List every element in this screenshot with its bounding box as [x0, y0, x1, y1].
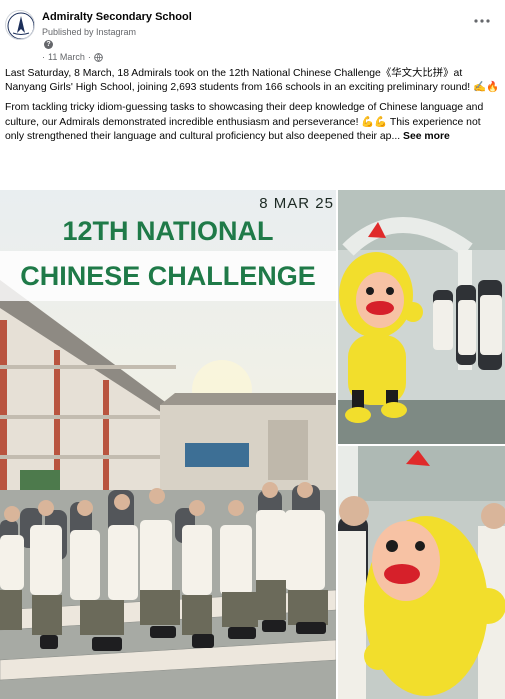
crest-icon [7, 12, 34, 39]
meta-separator: · [42, 52, 45, 62]
photo-grid: 8 MAR 25 12TH NATIONAL CHINESE CHALLENGE [0, 190, 505, 699]
mascot-photo-1[interactable] [338, 190, 505, 444]
mascot-photo-2[interactable] [338, 446, 505, 699]
meta-separator: · [87, 52, 91, 62]
published-by-label: Published by Instagram [42, 27, 137, 37]
mascot-photo-illustration-2 [338, 446, 505, 699]
more-options-button[interactable] [471, 12, 493, 28]
more-horizontal-icon [474, 19, 490, 23]
post-header: Admiralty Secondary School Published by … [0, 0, 505, 64]
mascot-photo-illustration-1 [338, 190, 505, 444]
globe-icon [94, 52, 103, 62]
main-photo-group-shot[interactable]: 8 MAR 25 12TH NATIONAL CHINESE CHALLENGE [0, 190, 336, 699]
banner-title-line-1: 12TH NATIONAL [62, 216, 274, 246]
school-logo-avatar[interactable] [5, 10, 35, 40]
question-icon[interactable]: ? [44, 40, 53, 49]
page-name-link[interactable]: Admiralty Secondary School [42, 11, 192, 23]
post-paragraph-2: From tackling tricky idiom-guessing task… [5, 101, 500, 144]
post-body: Last Saturday, 8 March, 18 Admirals took… [5, 67, 500, 150]
banner-date: 8 MAR 25 [259, 195, 334, 212]
see-more-link[interactable]: See more [403, 131, 450, 142]
post-date-link[interactable]: 11 March [48, 52, 85, 62]
banner-title-line-2: CHINESE CHALLENGE [0, 251, 336, 301]
post-paragraph-1: Last Saturday, 8 March, 18 Admirals took… [5, 68, 499, 94]
post-meta: · 11 March · [42, 52, 103, 62]
